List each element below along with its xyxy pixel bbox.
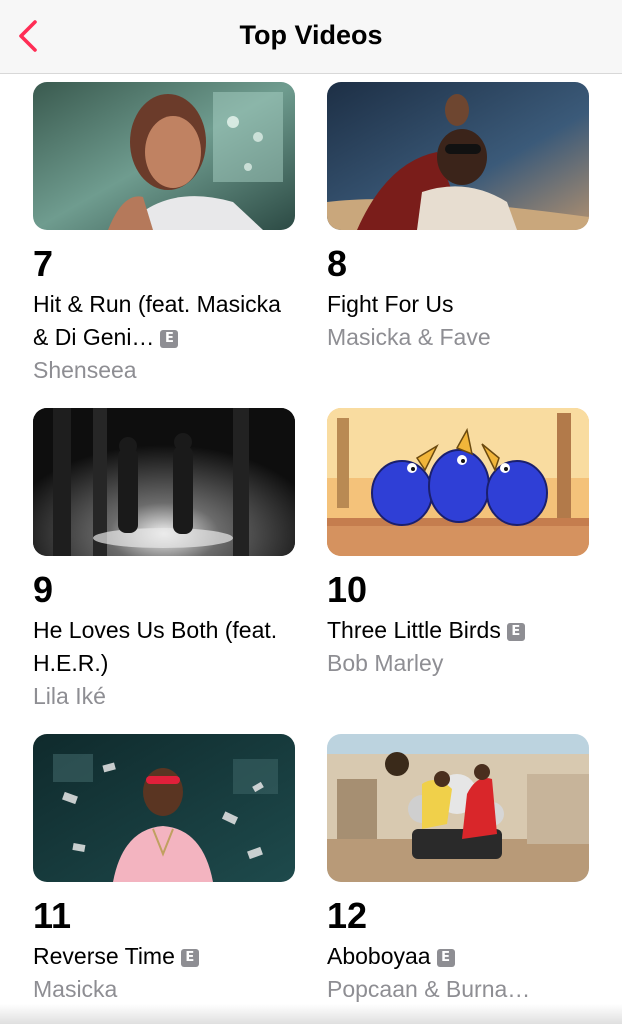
explicit-badge: E	[160, 330, 179, 348]
video-title: Three Little Birds E	[327, 614, 589, 647]
video-title: He Loves Us Both (feat. H.E.R.)	[33, 617, 278, 676]
video-thumbnail[interactable]	[33, 408, 295, 556]
navigation-bar: Top Videos	[0, 0, 622, 74]
chart-rank: 7	[33, 243, 54, 284]
bottom-fade	[0, 1004, 622, 1024]
video-title: Fight For Us	[327, 291, 454, 317]
chart-rank: 10	[327, 569, 368, 610]
video-thumbnail[interactable]	[33, 82, 295, 230]
explicit-badge: E	[506, 623, 525, 641]
video-artist[interactable]: Popcaan & Burna…	[327, 973, 589, 1006]
video-title: Reverse Time E	[33, 940, 295, 973]
video-thumbnail[interactable]	[33, 734, 295, 882]
video-title: Aboboyaa E	[327, 940, 589, 973]
video-grid: 7 Hit & Run (feat. Masicka & Di Geni… E S…	[0, 74, 622, 1024]
chart-rank: 9	[33, 569, 54, 610]
video-thumbnail[interactable]	[327, 82, 589, 230]
chart-rank: 8	[327, 243, 348, 284]
video-artist[interactable]: Bob Marley	[327, 647, 589, 680]
video-thumbnail[interactable]	[327, 408, 589, 556]
video-card[interactable]: 12 Aboboyaa E Popcaan & Burna…	[327, 734, 589, 1006]
video-artist[interactable]: Lila Iké	[33, 680, 295, 713]
video-card[interactable]: 11 Reverse Time E Masicka	[33, 734, 295, 1006]
video-card[interactable]: 8 Fight For Us Masicka & Fave	[327, 82, 589, 354]
explicit-badge: E	[180, 949, 199, 967]
video-card[interactable]: 9 He Loves Us Both (feat. H.E.R.) Lila I…	[33, 408, 295, 713]
video-artist[interactable]: Masicka	[33, 973, 295, 1006]
video-artist[interactable]: Masicka & Fave	[327, 321, 589, 354]
video-card[interactable]: 7 Hit & Run (feat. Masicka & Di Geni… E S…	[33, 82, 295, 387]
video-artist[interactable]: Shenseea	[33, 354, 295, 387]
video-thumbnail[interactable]	[327, 734, 589, 882]
chart-rank: 11	[33, 895, 72, 936]
page-title: Top Videos	[239, 20, 383, 50]
video-title: Hit & Run (feat. Masicka & Di Geni… E	[33, 291, 281, 350]
explicit-badge: E	[436, 949, 455, 967]
video-card[interactable]: 10 Three Little Birds E Bob Marley	[327, 408, 589, 680]
chart-rank: 12	[327, 895, 368, 936]
